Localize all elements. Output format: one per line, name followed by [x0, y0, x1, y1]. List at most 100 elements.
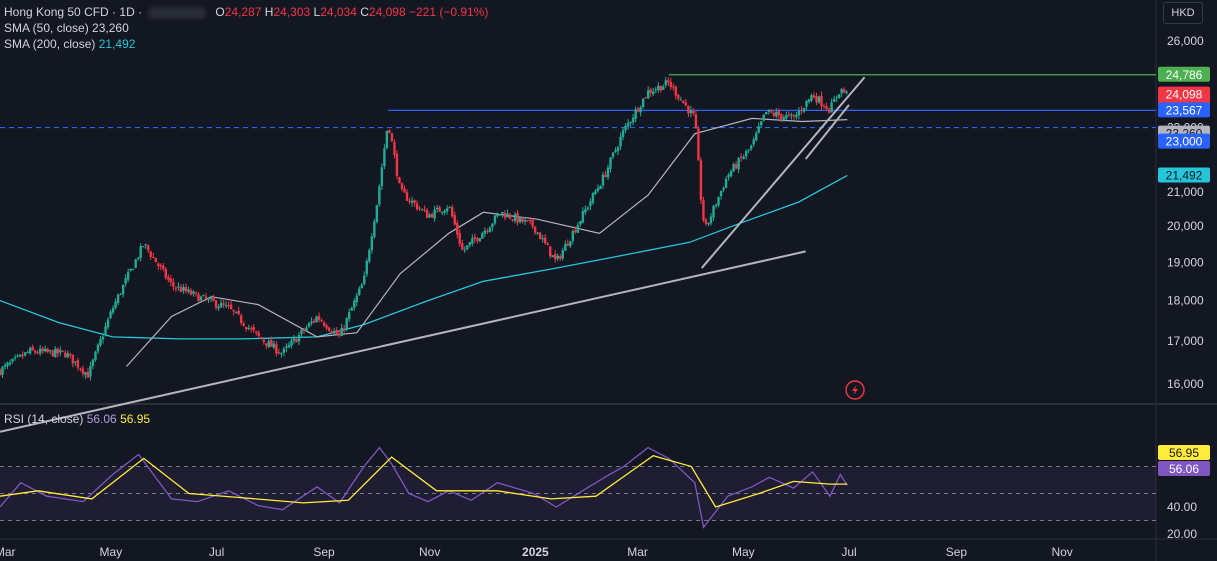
candle-body: [31, 346, 34, 351]
rsi-tick-label: 40.00: [1167, 500, 1197, 514]
candle-body: [541, 238, 544, 240]
candle-body: [378, 186, 381, 205]
candle-body: [425, 209, 429, 219]
chart-canvas[interactable]: 16,000 17,000 18,000 19,000 20,000 21,000 23,0…: [0, 0, 1217, 561]
candle-body: [626, 122, 630, 127]
candle-body: [770, 111, 773, 113]
candle-body: [815, 96, 818, 103]
candle-body: [624, 125, 627, 131]
candle-body: [300, 329, 303, 335]
candle-body: [657, 85, 660, 90]
candle-body: [765, 111, 768, 115]
candle-body: [317, 316, 321, 320]
candle-body: [549, 246, 552, 257]
candle-body: [420, 209, 424, 211]
candle-body: [265, 343, 268, 346]
candle-body: [405, 192, 409, 201]
candle-body: [599, 185, 602, 189]
candles-group: [0, 77, 848, 381]
candle-body: [6, 363, 9, 366]
candle-body: [636, 108, 640, 112]
candle-body: [501, 211, 504, 214]
candle-body: [418, 207, 421, 209]
candle-body: [747, 149, 750, 151]
candle-body: [134, 259, 137, 268]
candle-body: [79, 368, 82, 370]
candle-body: [330, 331, 333, 333]
time-tick-label: Jul: [209, 545, 224, 559]
change-value: −221 (−0.91%): [408, 5, 489, 19]
candle-body: [797, 110, 801, 116]
candle-body: [202, 295, 205, 297]
price-tick-label: 19,000: [1167, 255, 1204, 269]
lightning-icon[interactable]: [845, 380, 865, 400]
candle-body: [551, 255, 554, 258]
candle-body: [11, 358, 14, 362]
candle-body: [493, 215, 497, 224]
price-tick-label: 26,000: [1167, 34, 1204, 48]
candle-body: [16, 355, 19, 357]
candle-body: [282, 348, 286, 353]
candle-body: [775, 112, 778, 117]
currency-button[interactable]: HKD: [1163, 2, 1203, 24]
candle-body: [712, 205, 715, 218]
candle-body: [604, 174, 607, 177]
price-tag-label: 24,098: [1166, 88, 1203, 102]
candle-body: [840, 88, 843, 94]
candle-body: [777, 110, 781, 116]
candle-body: [438, 207, 441, 212]
candle-body: [142, 246, 145, 248]
candle-body: [245, 327, 248, 330]
candle-body: [353, 300, 356, 308]
candle-body: [591, 193, 595, 203]
candle-body: [348, 311, 351, 320]
candle-body: [89, 365, 92, 377]
time-tick-label: 2025: [522, 545, 549, 559]
candle-body: [262, 339, 265, 342]
sma50-legend[interactable]: SMA (50, close) 23,260: [4, 20, 129, 36]
candle-body: [199, 296, 203, 301]
candle-body: [785, 115, 788, 119]
candle-body: [33, 350, 37, 353]
candle-body: [561, 250, 564, 259]
candle-body: [684, 102, 688, 106]
candle-body: [692, 110, 695, 114]
candle-body: [224, 304, 228, 307]
high-value: 24,303: [273, 5, 311, 19]
candle-body: [704, 219, 708, 224]
candle-body: [365, 260, 369, 275]
candle-body: [18, 354, 22, 357]
candle-body: [335, 329, 338, 335]
sma50-label: SMA (50, close): [4, 21, 89, 35]
rsi-legend[interactable]: RSI (14, close) 56.06 56.95: [4, 412, 150, 426]
price-tick-label: 20,000: [1167, 219, 1204, 233]
candle-body: [732, 164, 735, 172]
candle-body: [41, 348, 44, 352]
candle-body: [247, 327, 250, 329]
candle-body: [23, 352, 27, 356]
candle-body: [458, 233, 461, 244]
candle-body: [664, 80, 667, 86]
candle-body: [820, 95, 823, 107]
candle-body: [38, 348, 42, 354]
sma200-legend[interactable]: SMA (200, close) 21,492: [4, 36, 135, 52]
candle-body: [380, 167, 384, 187]
candle-body: [596, 188, 600, 192]
candle-body: [559, 256, 562, 259]
candle-body: [566, 243, 569, 246]
candle-body: [1, 367, 4, 375]
candle-body: [423, 209, 426, 211]
candle-body: [742, 156, 745, 159]
candle-body: [8, 362, 12, 365]
candle-body: [355, 295, 358, 303]
candle-body: [478, 238, 482, 242]
candle-body: [433, 209, 436, 219]
candle-body: [239, 315, 243, 323]
candle-body: [174, 287, 178, 289]
candle-body: [136, 257, 140, 260]
candle-body: [290, 340, 293, 346]
candle-body: [832, 98, 836, 102]
candle-body: [144, 244, 147, 246]
candle-body: [463, 249, 466, 251]
candle-body: [802, 108, 806, 112]
